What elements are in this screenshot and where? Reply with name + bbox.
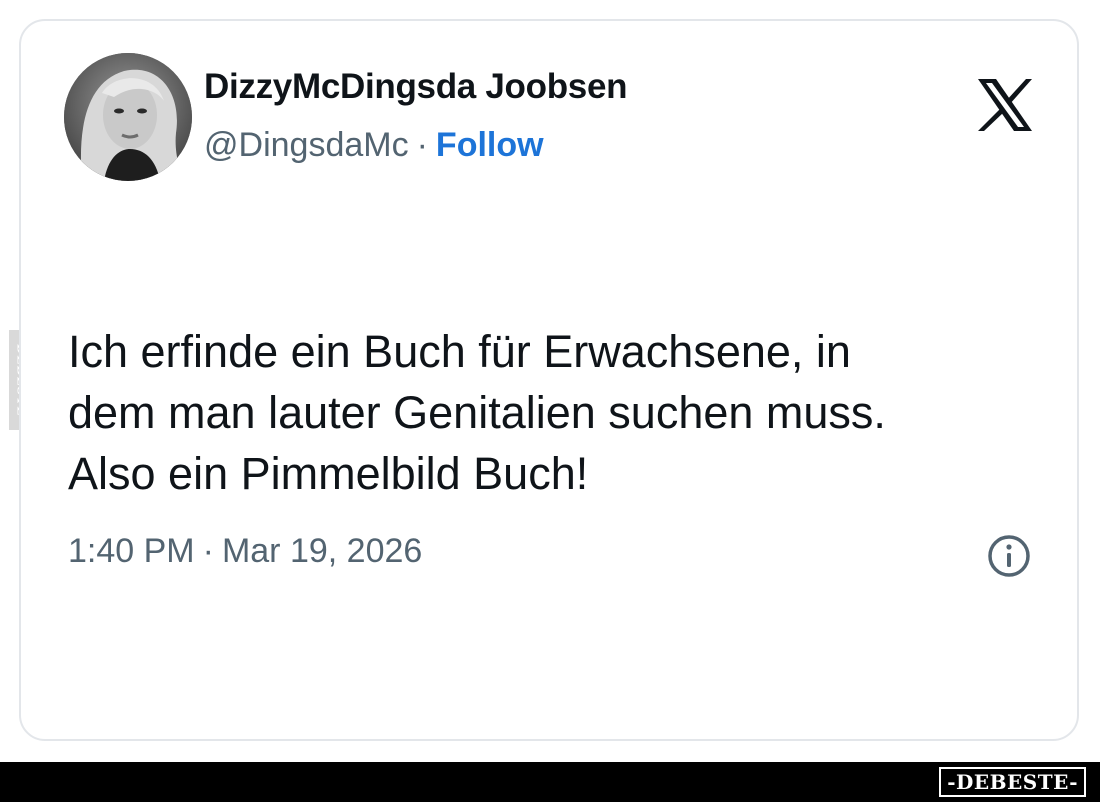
tweet-text-line: dem man lauter Genitalien suchen muss. [68, 387, 886, 438]
bottom-bar: -DEBESTE- [0, 762, 1100, 802]
tweet-date: Mar 19, 2026 [221, 532, 423, 570]
tweet-card: DizzyMcDingsda Joobsen @DingsdaMc · Follow… [19, 19, 1079, 741]
info-icon[interactable] [986, 533, 1032, 579]
time-separator: · [202, 532, 214, 570]
author-display-name[interactable]: DizzyMcDingsda Joobsen [204, 67, 628, 107]
x-logo-icon[interactable] [976, 77, 1034, 133]
tweet-text: Ich erfinde ein Buch für Erwachsene, in … [68, 321, 1068, 504]
watermark-logo: -DEBESTE- [939, 767, 1086, 797]
profile-photo-icon [64, 53, 192, 181]
page: DEBESTE DizzyMcDingsda Jo [0, 0, 1100, 802]
author-handle-row: @DingsdaMc · Follow [204, 126, 544, 165]
follow-button[interactable]: Follow [436, 126, 544, 164]
handle-separator: · [416, 126, 428, 164]
tweet-time: 1:40 PM [68, 532, 195, 570]
avatar[interactable] [64, 53, 192, 181]
tweet-timestamp[interactable]: 1:40 PM · Mar 19, 2026 [68, 532, 422, 571]
author-handle[interactable]: @DingsdaMc [204, 126, 409, 164]
tweet-text-line: Ich erfinde ein Buch für Erwachsene, in [68, 326, 851, 377]
tweet-text-line: Also ein Pimmelbild Buch! [68, 448, 589, 499]
